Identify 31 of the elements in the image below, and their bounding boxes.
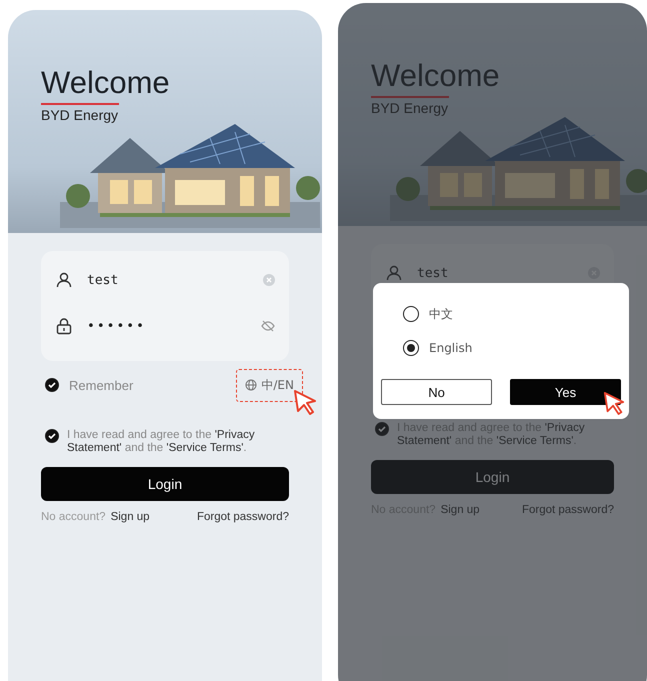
welcome-title: Welcome [371,58,500,94]
sign-up-link[interactable]: Sign up [110,511,150,523]
forgot-password-link[interactable]: Forgot password? [196,511,289,523]
agreement-checkbox[interactable] [375,422,389,436]
radio-button[interactable] [403,306,419,322]
brand-name: BYD Energy [371,100,450,116]
brand-name: BYD Energy [41,107,120,123]
remember-checkbox[interactable] [45,378,59,392]
login-button[interactable]: Login [41,467,289,501]
remember-label: Remember [69,378,134,392]
checkmark-icon [47,431,57,441]
no-button[interactable]: No [381,379,492,405]
language-option[interactable]: English [381,331,621,365]
checkmark-icon [47,380,57,390]
radio-button[interactable] [403,340,419,356]
no-account-text: No account? [41,511,106,523]
user-icon [385,264,403,282]
checkmark-icon [377,424,387,434]
welcome-title: Welcome [41,65,170,101]
user-icon [55,271,73,289]
agreement-checkbox[interactable] [45,429,59,443]
yes-button[interactable]: Yes [510,379,621,405]
password-field[interactable]: •••••• [85,318,249,334]
agreement-text: I have read and agree to the 'Privacy Statement' and the 'Service Terms'. [67,429,256,455]
pointer-cursor-icon [293,388,317,414]
username-field[interactable]: test [85,272,251,288]
language-option[interactable]: 中文 [381,297,621,331]
login-button[interactable]: Login [371,460,614,494]
eye-hidden-icon[interactable] [261,320,275,332]
globe-icon [245,379,258,391]
lock-icon [55,317,73,335]
